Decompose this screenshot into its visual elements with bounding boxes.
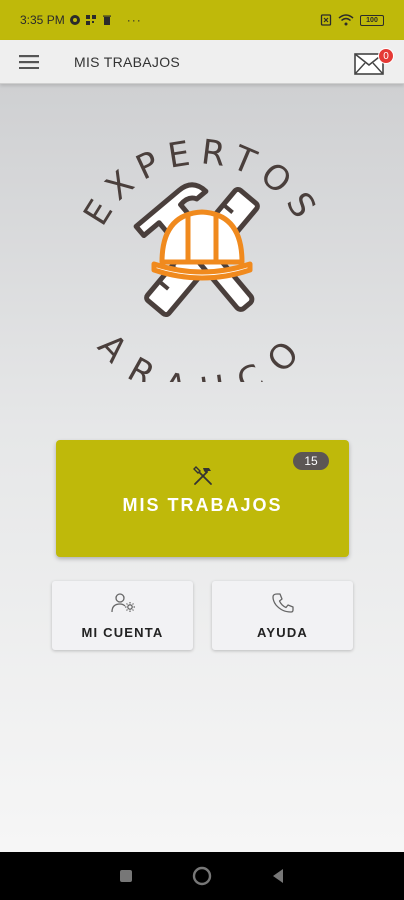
tools-icon	[193, 466, 212, 485]
jobs-count-badge: 15	[293, 452, 329, 470]
system-nav-bar	[0, 852, 404, 900]
app-bar: MIS TRABAJOS 0	[0, 40, 404, 84]
mis-trabajos-button[interactable]: 15 MIS TRABAJOS	[56, 440, 349, 557]
phone-icon	[272, 593, 294, 613]
page-title: MIS TRABAJOS	[74, 53, 181, 70]
more-icon: ···	[126, 13, 142, 27]
battery-icon: 100	[360, 14, 384, 26]
trash-icon	[102, 15, 111, 25]
messages-button[interactable]: 0	[354, 46, 394, 78]
nav-home-button[interactable]	[192, 866, 212, 886]
experts-arauco-logo: EXPERTOS ARAUCO	[76, 132, 319, 382]
hamburger-icon	[19, 54, 39, 69]
status-right: 100	[320, 14, 384, 26]
nav-back-button[interactable]	[268, 866, 288, 886]
whatsapp-icon	[69, 15, 80, 25]
sim-icon	[320, 14, 332, 26]
status-bar: 3:35 PM ··· 100	[0, 0, 404, 40]
account-settings-icon	[111, 593, 135, 613]
ayuda-button[interactable]: AYUDA	[212, 581, 353, 650]
qr-icon	[85, 15, 96, 25]
battery-level: 100	[366, 16, 378, 24]
menu-button[interactable]	[0, 40, 58, 84]
circle-icon	[192, 866, 212, 886]
mail-badge: 0	[378, 48, 394, 64]
mi-cuenta-button[interactable]: MI CUENTA	[52, 581, 193, 650]
ayuda-label: AYUDA	[256, 625, 309, 640]
logo-text-bottom: ARAUCO	[90, 326, 314, 382]
nav-recents-button[interactable]	[116, 866, 136, 886]
back-triangle-icon	[273, 869, 283, 883]
mis-trabajos-label: MIS TRABAJOS	[122, 495, 283, 515]
status-left: 3:35 PM ···	[20, 13, 142, 27]
main-content: EXPERTOS ARAUCO	[0, 84, 404, 852]
mi-cuenta-label: MI CUENTA	[81, 625, 164, 640]
status-time: 3:35 PM	[20, 13, 65, 27]
square-icon	[120, 870, 132, 882]
wifi-icon	[338, 14, 354, 26]
